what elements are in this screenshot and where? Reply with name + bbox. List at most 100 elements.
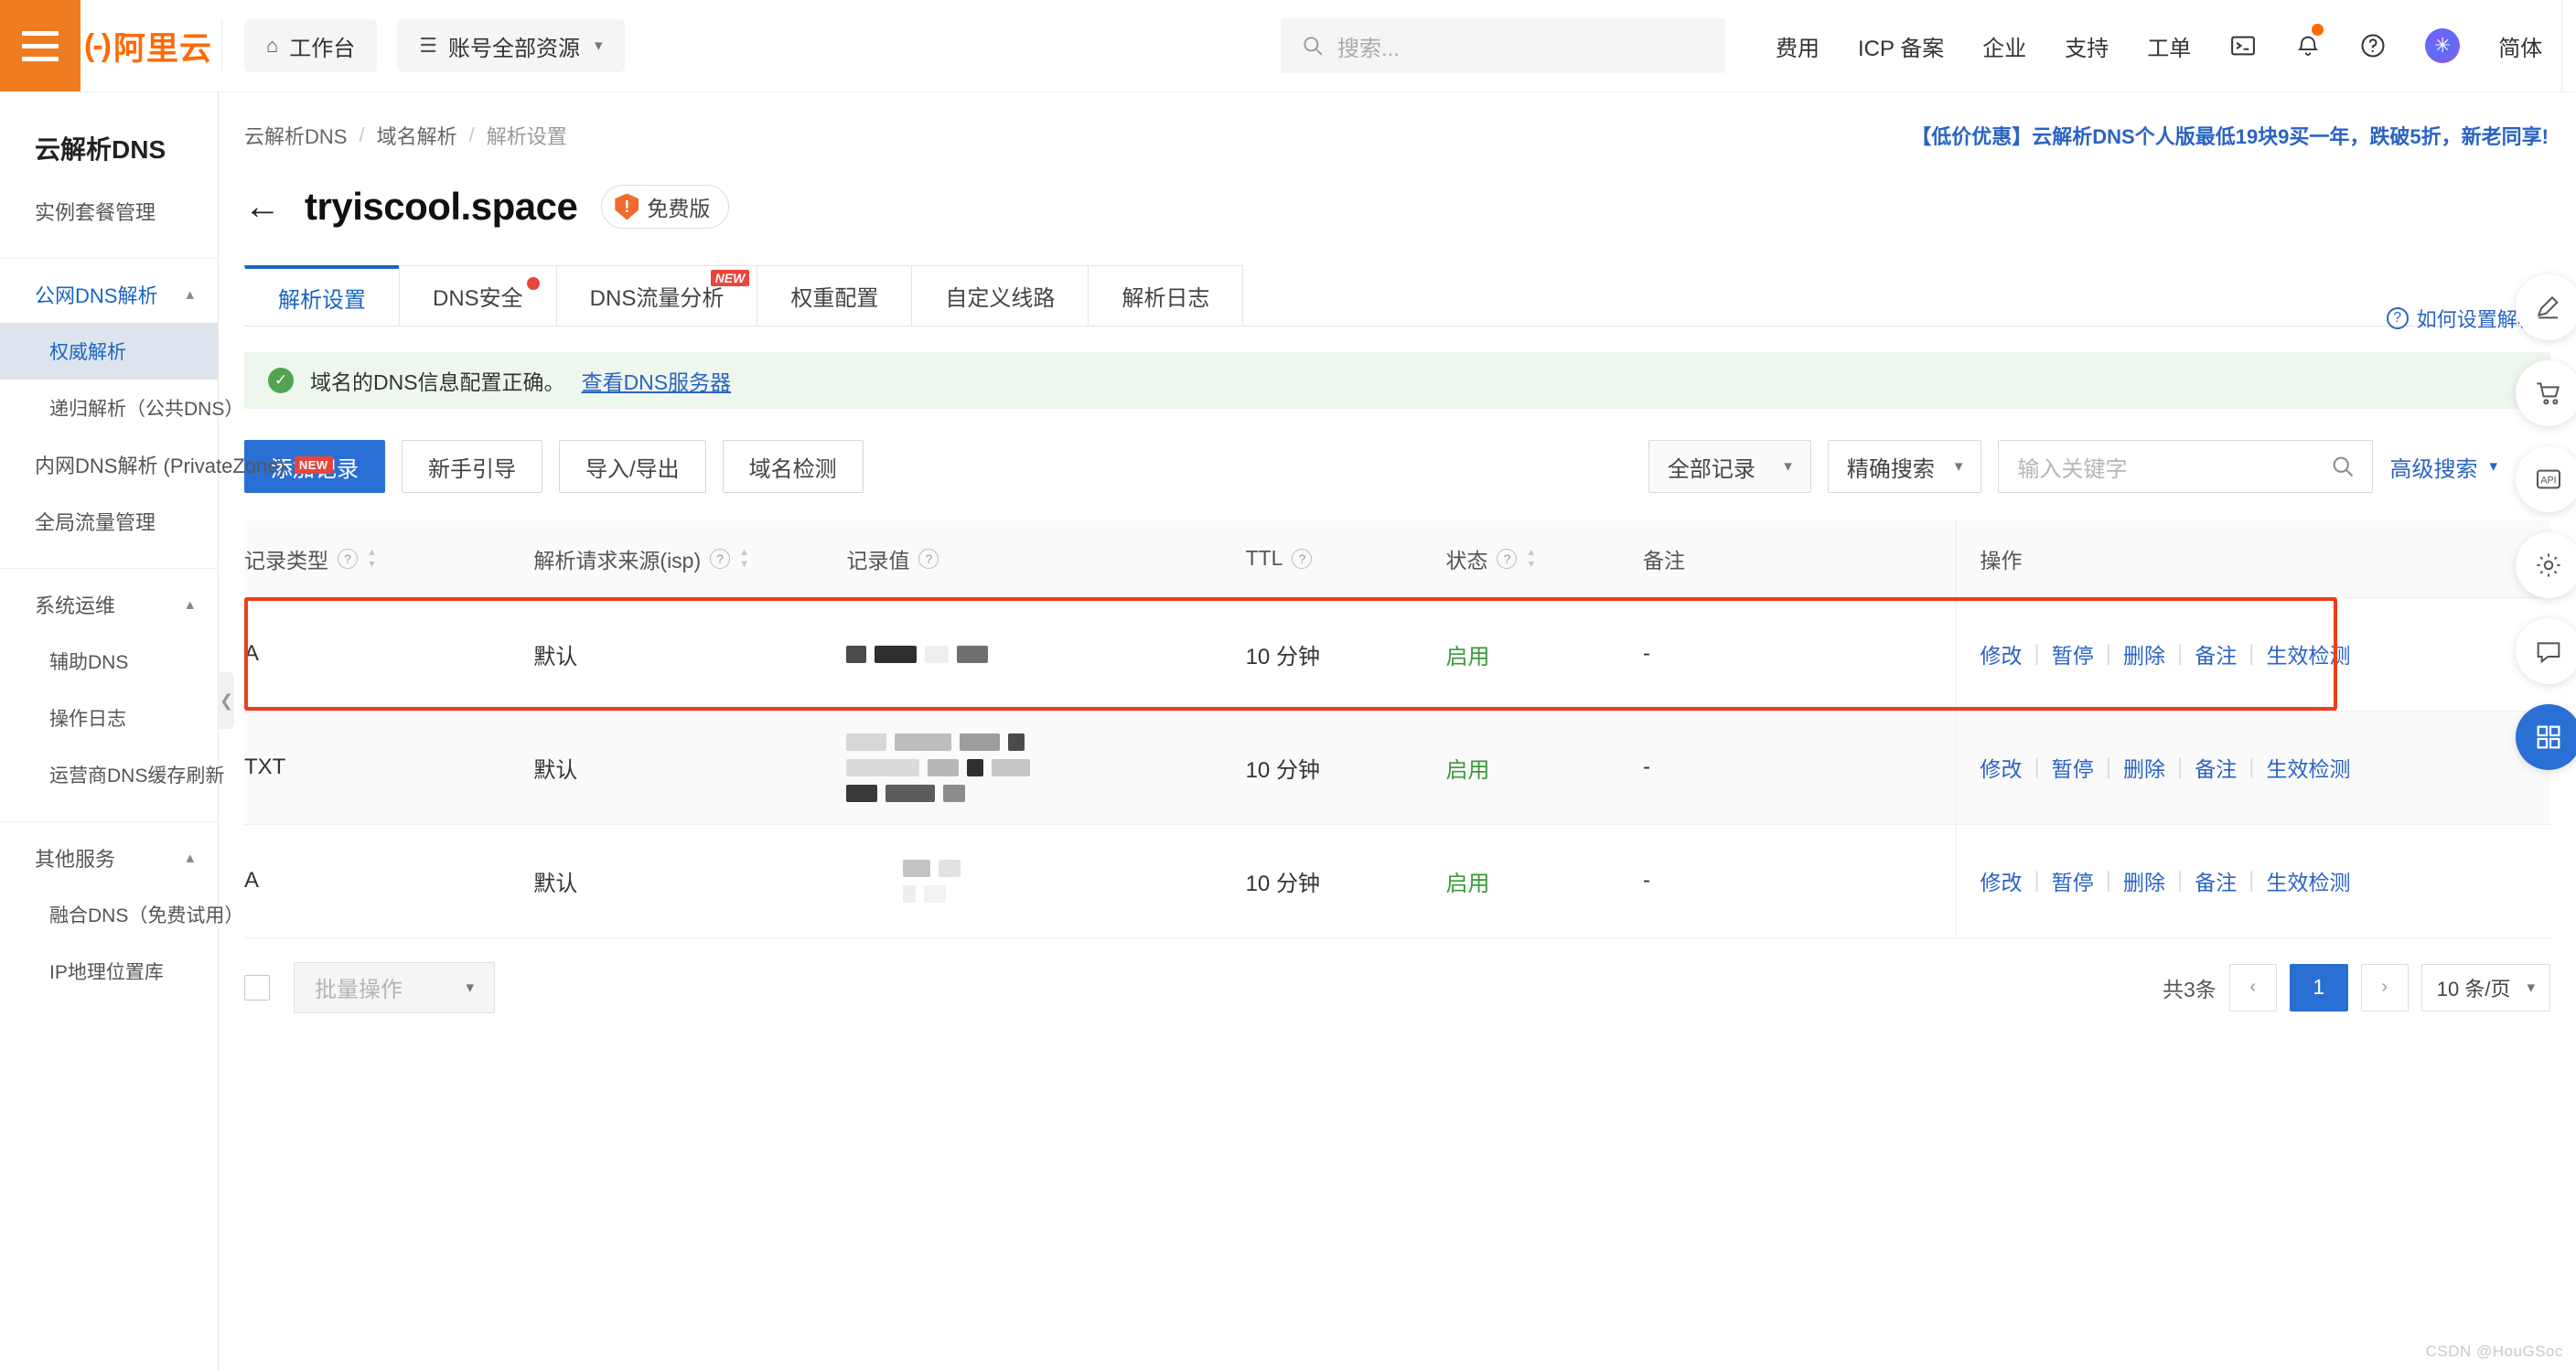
next-page-button[interactable]: › (2361, 964, 2409, 1011)
sidebar-item-operation-log[interactable]: 操作日志 (0, 690, 218, 746)
settings-icon[interactable] (2516, 532, 2576, 598)
cart-icon[interactable] (2516, 360, 2576, 426)
feedback-icon[interactable] (2516, 274, 2576, 340)
sidebar-item-ip-geo-library[interactable]: IP地理位置库 (0, 943, 218, 1000)
help-icon[interactable]: ? (1292, 549, 1312, 569)
chevron-down-icon: ▾ (595, 37, 603, 55)
sidebar-group-other-services[interactable]: 其他服务 ▴ (0, 829, 218, 886)
action-note[interactable]: 备注 (2183, 865, 2249, 896)
help-icon[interactable]: ? (1497, 549, 1517, 569)
action-delete[interactable]: 删除 (2111, 638, 2177, 669)
page-number-1[interactable]: 1 (2290, 964, 2348, 1011)
sidebar-item-hybrid-dns[interactable]: 融合DNS（免费试用） (0, 886, 218, 943)
hamburger-menu-icon[interactable] (0, 0, 80, 91)
aliyun-logo[interactable]: (-) 阿里云 (80, 0, 216, 91)
cell-record-value-redacted (846, 711, 1245, 824)
help-circle-icon[interactable] (2340, 0, 2406, 91)
breadcrumb-item-dns[interactable]: 云解析DNS (244, 121, 347, 150)
account-menu[interactable]: 9527*****@... 主账号 (2561, 0, 2576, 91)
action-effect-check[interactable]: 生效检测 (2254, 752, 2362, 783)
topnav-item-support[interactable]: 支持 (2045, 0, 2128, 91)
table-row[interactable]: A 默认 10 分钟 (244, 597, 2550, 711)
tab-label: 权重配置 (790, 280, 878, 312)
action-pause[interactable]: 暂停 (2040, 638, 2106, 669)
search-icon[interactable] (2330, 454, 2356, 479)
sort-toggle-icon[interactable]: ▲▼ (367, 548, 377, 570)
chat-icon[interactable] (2516, 618, 2576, 684)
api-icon[interactable]: API (2516, 446, 2576, 512)
plan-badge[interactable]: 免费版 (601, 185, 729, 229)
page-size-select[interactable]: 10 条/页 ▾ (2421, 964, 2550, 1011)
sort-toggle-icon[interactable]: ▲▼ (1526, 548, 1536, 570)
back-arrow-icon[interactable]: ← (244, 188, 281, 225)
action-pause[interactable]: 暂停 (2040, 865, 2106, 896)
batch-operation-select[interactable]: 批量操作 ▾ (294, 962, 495, 1013)
cell-ttl: 10 分钟 (1246, 711, 1446, 824)
tab-custom-lines[interactable]: 自定义线路 (911, 265, 1089, 326)
tab-weight-config[interactable]: 权重配置 (757, 265, 912, 326)
sidebar-item-global-traffic-manager[interactable]: 全局流量管理 (0, 493, 218, 550)
cell-record-type: TXT (244, 711, 533, 824)
action-effect-check[interactable]: 生效检测 (2254, 638, 2362, 669)
tab-dns-security[interactable]: DNS安全 (399, 265, 557, 326)
sidebar-item-secondary-dns[interactable]: 辅助DNS (0, 633, 218, 690)
sort-toggle-icon[interactable]: ▲▼ (739, 548, 749, 570)
select-all-checkbox[interactable] (244, 975, 270, 1001)
tab-label: 解析设置 (278, 282, 366, 314)
all-resources-button[interactable]: ☰ 账号全部资源 ▾ (397, 19, 624, 72)
tab-resolution-logs[interactable]: 解析日志 (1088, 265, 1243, 326)
keyword-search-input[interactable]: 输入关键字 (1998, 440, 2373, 493)
cell-record-value-redacted (846, 597, 1245, 711)
topnav-item-fees[interactable]: 费用 (1756, 0, 1839, 91)
sidebar-group-public-dns[interactable]: 公网DNS解析 ▴ (0, 266, 218, 323)
topnav-item-tickets[interactable]: 工单 (2128, 0, 2210, 91)
view-dns-servers-link[interactable]: 查看DNS服务器 (582, 365, 732, 396)
cell-record-value-redacted (846, 824, 1245, 937)
search-mode-select[interactable]: 精确搜索 ▾ (1828, 440, 1982, 493)
tab-label: 自定义线路 (945, 280, 1055, 312)
action-note[interactable]: 备注 (2183, 638, 2249, 669)
sidebar-item-instance-plans[interactable]: 实例套餐管理 (0, 183, 218, 240)
domain-check-button[interactable]: 域名检测 (723, 440, 864, 493)
sidebar-item-isp-cache-refresh[interactable]: 运营商DNS缓存刷新 (0, 746, 218, 803)
topnav-item-enterprise[interactable]: 企业 (1963, 0, 2045, 91)
action-delete[interactable]: 删除 (2111, 752, 2177, 783)
action-effect-check[interactable]: 生效检测 (2254, 865, 2362, 896)
action-edit[interactable]: 修改 (1980, 752, 2034, 783)
language-switcher[interactable]: 简体 (2479, 0, 2561, 91)
prev-page-button[interactable]: ‹ (2229, 964, 2277, 1011)
help-icon[interactable]: ? (338, 549, 358, 569)
dns-status-alert: ✓ 域名的DNS信息配置正确。 查看DNS服务器 (244, 352, 2550, 409)
action-edit[interactable]: 修改 (1980, 638, 2034, 669)
tab-dns-traffic-analysis[interactable]: DNS流量分析 NEW (556, 265, 758, 326)
promo-banner-link[interactable]: 【低价优惠】云解析DNS个人版最低19块9买一年，跌破5折，新老同享! (1911, 121, 2549, 150)
import-export-button[interactable]: 导入/导出 (559, 440, 706, 493)
ai-assistant-icon[interactable]: ✳ (2406, 0, 2479, 91)
grid-icon[interactable] (2516, 704, 2576, 770)
table-row[interactable]: TXT 默认 (244, 711, 2550, 824)
action-delete[interactable]: 删除 (2111, 865, 2177, 896)
column-label: 状态 (1445, 543, 1487, 574)
sidebar-item-recursive-dns[interactable]: 递归解析（公共DNS） (0, 380, 218, 436)
topnav-item-icp[interactable]: ICP 备案 (1839, 0, 1963, 91)
help-icon[interactable]: ? (710, 549, 730, 569)
help-icon[interactable]: ? (918, 549, 939, 569)
breadcrumb-item-domain-resolution[interactable]: 域名解析 (377, 121, 457, 150)
sidebar-item-authoritative-dns[interactable]: 权威解析 (0, 323, 218, 380)
sidebar-collapse-toggle[interactable]: ❮ (219, 672, 234, 729)
sidebar-item-private-zone[interactable]: 内网DNS解析 (PrivateZone) NEW (0, 436, 218, 493)
notifications-bell-icon[interactable] (2276, 0, 2340, 91)
action-pause[interactable]: 暂停 (2040, 752, 2106, 783)
action-note[interactable]: 备注 (2183, 752, 2249, 783)
table-body: A 默认 10 分钟 (244, 597, 2550, 937)
beginner-guide-button[interactable]: 新手引导 (402, 440, 542, 493)
record-type-filter-select[interactable]: 全部记录 ▾ (1648, 440, 1811, 493)
action-edit[interactable]: 修改 (1980, 865, 2034, 896)
tab-resolution-settings[interactable]: 解析设置 (244, 265, 400, 326)
sidebar-group-system-ops[interactable]: 系统运维 ▴ (0, 576, 218, 633)
table-row[interactable]: A 默认 (244, 824, 2550, 937)
advanced-search-button[interactable]: 高级搜索 ▾ (2389, 451, 2497, 483)
cloudshell-icon[interactable] (2210, 0, 2276, 91)
workbench-button[interactable]: ⌂ 工作台 (244, 19, 377, 72)
global-search-input[interactable]: 搜索... (1281, 18, 1725, 73)
